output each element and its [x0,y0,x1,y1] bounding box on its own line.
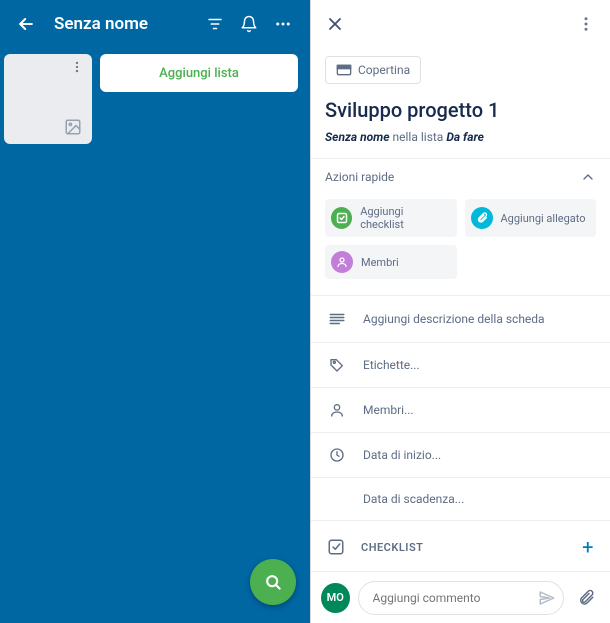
card-image-placeholder [8,114,88,136]
add-list-label: Aggiungi lista [159,66,239,81]
card-menu-button[interactable] [568,6,604,42]
arrow-left-icon [16,14,36,34]
avatar[interactable]: MO [321,583,350,613]
card-header [311,0,610,48]
board-panel: Senza nome Aggiungi lista [0,0,310,623]
bell-icon [240,15,258,33]
checklist-icon [331,207,352,229]
quick-add-attachment[interactable]: Aggiungi allegato [465,199,597,237]
board-body: Aggiungi lista [0,48,310,144]
attach-button[interactable] [572,583,601,613]
dots-horizontal-icon [274,15,292,33]
quick-members[interactable]: Membri [325,245,457,279]
cover-section: Copertina [311,48,610,98]
back-button[interactable] [10,8,42,40]
attachment-icon [471,207,493,229]
close-icon [325,14,345,34]
list-card[interactable] [4,54,92,144]
chevron-up-icon [580,169,596,185]
due-date-row[interactable]: Data di scadenza... [311,477,610,520]
filter-button[interactable] [198,7,232,41]
image-icon [64,118,82,136]
comment-bar: MO [311,571,610,623]
quick-actions-header[interactable]: Azioni rapide [311,158,610,195]
description-row[interactable]: Aggiungi descrizione della scheda [311,295,610,342]
tag-icon [327,357,347,373]
cover-icon [336,64,352,76]
quick-add-checklist[interactable]: Aggiungi checklist [325,199,457,237]
labels-row[interactable]: Etichette... [311,342,610,387]
dots-vertical-icon [70,60,84,74]
checkbox-icon [327,538,345,556]
member-icon [331,251,353,273]
close-button[interactable] [317,6,353,42]
paperclip-icon [577,589,595,607]
clock-icon [327,447,347,463]
dots-vertical-icon [577,15,595,33]
start-date-row[interactable]: Data di inizio... [311,432,610,477]
checklist-section-header: CHECKLIST + [311,520,610,573]
board-header: Senza nome [0,0,310,48]
board-menu-button[interactable] [266,7,300,41]
send-button[interactable] [532,583,562,613]
magnify-icon [263,572,283,592]
person-icon [327,402,347,418]
board-title[interactable]: Senza nome [42,14,198,34]
notifications-button[interactable] [232,7,266,41]
card-title[interactable]: Sviluppo progetto 1 [311,98,610,130]
members-row[interactable]: Membri... [311,387,610,432]
card-subtitle: Senza nome nella lista Da fare [311,130,610,158]
list-menu-button[interactable] [70,60,88,82]
card-detail-panel: Copertina Sviluppo progetto 1 Senza nome… [310,0,610,623]
cover-label: Copertina [358,63,410,77]
add-checklist-button[interactable]: + [582,535,594,559]
send-icon [538,589,556,607]
zoom-fab[interactable] [250,559,296,605]
filter-icon [206,15,224,33]
cover-button[interactable]: Copertina [325,56,421,84]
quick-actions-grid: Aggiungi checklist Aggiungi allegato Mem… [311,195,610,295]
add-list-button[interactable]: Aggiungi lista [100,54,298,92]
description-icon [327,310,347,328]
